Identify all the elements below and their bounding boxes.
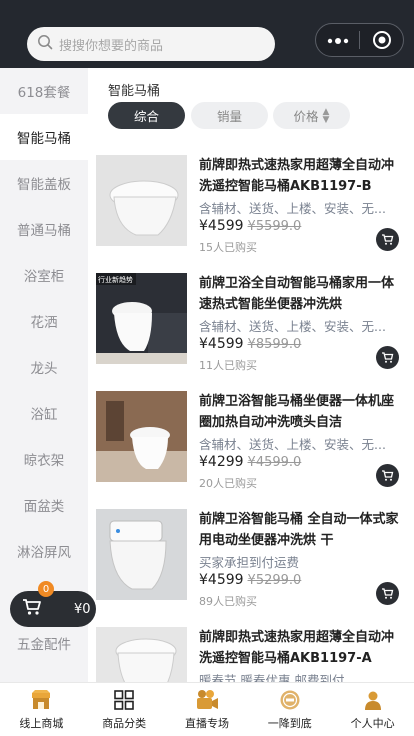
product-price-row: ¥4599 ¥8599.0 <box>199 336 301 352</box>
product-card[interactable]: 前牌即热式速热家用超薄全自动冲洗遥控智能马桶AKB1197-B 含辅材、送货、上… <box>96 155 414 265</box>
tab-online-mall[interactable]: 线上商城 <box>0 683 83 736</box>
target-icon[interactable] <box>360 30 403 50</box>
camera-icon <box>196 690 218 709</box>
product-price: ¥4599 <box>199 218 244 234</box>
sidebar-item-basin[interactable]: 面盆类 <box>0 482 88 528</box>
product-image-tag: 行业新趋势 <box>98 276 133 284</box>
sidebar-item-smart-cover[interactable]: 智能盖板 <box>0 160 88 206</box>
sidebar-item-smart-toilet[interactable]: 智能马桶 <box>0 114 88 160</box>
product-desc: 含辅材、送货、上楼、安装、无... <box>199 319 386 334</box>
sidebar-item-bathroom-cabinet[interactable]: 浴室柜 <box>0 252 88 298</box>
product-sold-count: 89人已购买 <box>199 595 257 608</box>
search-bar[interactable]: 搜搜你想要的商品 <box>27 27 275 61</box>
product-desc: 买家承担到付运费 <box>199 555 300 570</box>
tab-label: 直播专场 <box>184 717 229 730</box>
cart-icon <box>22 598 42 620</box>
product-card[interactable]: 前牌卫浴智能马桶坐便器一体机座圈加热自动冲洗喷头自洁 AKB1... 含辅材、送… <box>96 391 414 501</box>
add-to-cart-button[interactable] <box>376 346 399 369</box>
product-desc: 暖春节 暖春优惠 邮费到付 <box>199 673 345 682</box>
sidebar-item-shower-screen[interactable]: 淋浴屏风 <box>0 528 88 574</box>
sort-tab-comprehensive[interactable]: 综合 <box>108 102 185 129</box>
sort-tab-price-label: 价格 <box>293 109 319 124</box>
search-icon <box>37 34 53 54</box>
product-price-row: ¥4599 ¥5599.0 <box>199 218 301 234</box>
sort-arrows-icon: ▲ ▼ <box>322 106 330 125</box>
sidebar-item-bathtub[interactable]: 浴缸 <box>0 390 88 436</box>
cart-count-badge: 0 <box>38 581 54 597</box>
bottom-tab-bar: 线上商城 商品分类 直播专场 一降到底 个人中心 <box>0 682 414 736</box>
sidebar-item-shower[interactable]: 花洒 <box>0 298 88 344</box>
product-price: ¥4599 <box>199 572 244 588</box>
tab-label: 商品分类 <box>102 717 147 730</box>
cart-icon <box>382 352 394 363</box>
product-price: ¥4599 <box>199 336 244 352</box>
user-icon <box>364 691 381 710</box>
product-name[interactable]: 前牌即热式速热家用超薄全自动冲洗遥控智能马桶AKB1197-A <box>199 627 399 669</box>
top-header: 搜搜你想要的商品 <box>0 0 414 68</box>
sort-tabs: 综合 销量 价格 ▲ ▼ <box>108 102 350 129</box>
floating-cart-button[interactable]: 0 ¥0 <box>10 581 96 627</box>
mini-program-capsule <box>315 23 404 57</box>
cart-icon <box>382 470 394 481</box>
tab-label: 个人中心 <box>350 717 395 730</box>
sidebar-item-618-package[interactable]: 618套餐 <box>0 68 88 114</box>
store-icon <box>32 690 51 709</box>
category-title: 智能马桶 <box>108 84 161 99</box>
product-name[interactable]: 前牌卫浴全自动智能马桶家用一体速热式智能坐便器冲洗烘AKB13... <box>199 273 399 315</box>
tab-price-drop[interactable]: 一降到底 <box>248 683 331 736</box>
product-image[interactable]: 行业新趋势 <box>96 273 187 364</box>
coupon-icon <box>280 690 300 710</box>
product-card[interactable]: 行业新趋势 前牌卫浴全自动智能马桶家用一体速热式智能坐便器冲洗烘AKB13...… <box>96 273 414 383</box>
sort-tab-sales[interactable]: 销量 <box>191 102 268 129</box>
product-price-row: ¥4299 ¥4599.0 <box>199 454 301 470</box>
product-name[interactable]: 前牌即热式速热家用超薄全自动冲洗遥控智能马桶AKB1197-B <box>199 155 399 197</box>
tab-user-center[interactable]: 个人中心 <box>331 683 414 736</box>
product-image[interactable] <box>96 155 187 246</box>
cart-icon <box>382 234 394 245</box>
product-sold-count: 15人已购买 <box>199 241 257 254</box>
tab-label: 线上商城 <box>19 717 64 730</box>
cart-icon <box>382 588 394 599</box>
tab-categories[interactable]: 商品分类 <box>83 683 166 736</box>
tab-label: 一降到底 <box>267 717 312 730</box>
product-old-price: ¥5299.0 <box>247 573 302 588</box>
product-image[interactable] <box>96 391 187 482</box>
more-dots-icon[interactable] <box>316 31 359 49</box>
add-to-cart-button[interactable] <box>376 464 399 487</box>
product-sold-count: 11人已购买 <box>199 359 257 372</box>
product-price-row: ¥4599 ¥5299.0 <box>199 572 301 588</box>
product-image[interactable] <box>96 627 187 682</box>
cart-total-amount: ¥0 <box>74 601 91 617</box>
sidebar-item-regular-toilet[interactable]: 普通马桶 <box>0 206 88 252</box>
product-price: ¥4299 <box>199 454 244 470</box>
sidebar-item-faucet[interactable]: 龙头 <box>0 344 88 390</box>
product-name[interactable]: 前牌卫浴智能马桶坐便器一体机座圈加热自动冲洗喷头自洁 AKB1... <box>199 391 399 433</box>
product-card[interactable]: 前牌即热式速热家用超薄全自动冲洗遥控智能马桶AKB1197-A 暖春节 暖春优惠… <box>96 627 414 682</box>
product-image[interactable] <box>96 509 187 600</box>
product-old-price: ¥4599.0 <box>247 455 302 470</box>
product-desc: 含辅材、送货、上楼、安装、无... <box>199 201 386 216</box>
product-old-price: ¥8599.0 <box>247 337 302 352</box>
sort-tab-price[interactable]: 价格 ▲ ▼ <box>273 102 350 129</box>
product-list-panel: 智能马桶 综合 销量 价格 ▲ ▼ 前牌即热式速热家用超薄全自动冲洗遥控智能马桶A… <box>88 68 414 682</box>
search-placeholder: 搜搜你想要的商品 <box>59 38 164 54</box>
sidebar-item-clothes-rack[interactable]: 晾衣架 <box>0 436 88 482</box>
product-sold-count: 20人已购买 <box>199 477 257 490</box>
tab-live-stream[interactable]: 直播专场 <box>166 683 249 736</box>
product-old-price: ¥5599.0 <box>247 219 302 234</box>
add-to-cart-button[interactable] <box>376 228 399 251</box>
grid-icon <box>114 690 134 710</box>
product-card[interactable]: 前牌卫浴智能马桶 全自动一体式家用电动坐便器冲洗烘 干AKB1305 买家承担到… <box>96 509 414 619</box>
add-to-cart-button[interactable] <box>376 582 399 605</box>
product-name[interactable]: 前牌卫浴智能马桶 全自动一体式家用电动坐便器冲洗烘 干AKB1305 <box>199 509 399 551</box>
product-desc: 含辅材、送货、上楼、安装、无... <box>199 437 386 452</box>
